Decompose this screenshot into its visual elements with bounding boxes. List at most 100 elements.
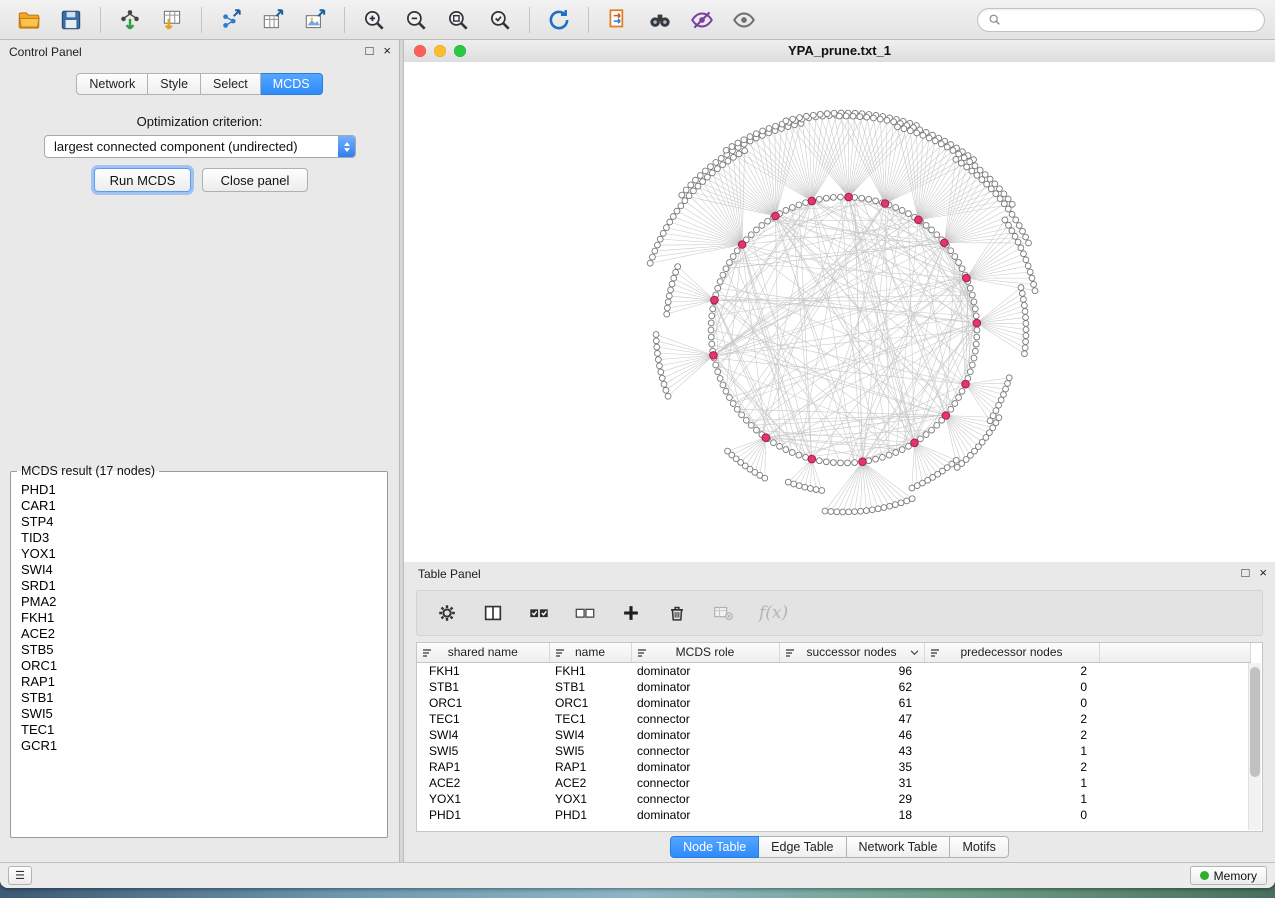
column-header-mcds-role[interactable]: MCDS role (631, 643, 779, 663)
graph-node[interactable] (741, 137, 747, 143)
graph-node[interactable] (1005, 381, 1011, 387)
graph-node[interactable] (877, 116, 883, 122)
graph-node[interactable] (777, 443, 783, 449)
graph-node[interactable] (823, 195, 829, 201)
graph-node[interactable] (679, 192, 685, 198)
graph-node[interactable] (708, 327, 714, 333)
graph-node[interactable] (783, 447, 789, 453)
graph-node[interactable] (710, 306, 716, 312)
graph-node[interactable] (828, 509, 834, 515)
graph-node[interactable] (729, 144, 735, 150)
graph-node[interactable] (1019, 291, 1025, 297)
graph-node[interactable] (813, 487, 819, 493)
mcds-result-item[interactable]: SRD1 (21, 578, 387, 594)
graph-node[interactable] (929, 227, 935, 233)
graph-node[interactable] (993, 191, 999, 197)
graph-node[interactable] (998, 397, 1004, 403)
graph-node[interactable] (1023, 321, 1029, 327)
graph-node[interactable] (754, 427, 760, 433)
table-row[interactable]: RAP1RAP1dominator352 (417, 759, 1250, 775)
graph-node[interactable] (659, 375, 665, 381)
graph-node[interactable] (934, 422, 940, 428)
graph-node[interactable] (953, 156, 959, 162)
graph-node[interactable] (771, 440, 777, 446)
column-header-predecessor-nodes[interactable]: predecessor nodes (924, 643, 1099, 663)
column-header-name[interactable]: name (549, 643, 631, 663)
graph-node[interactable] (789, 205, 795, 211)
graph-node[interactable] (709, 170, 715, 176)
graph-node[interactable] (1023, 257, 1029, 263)
graph-node[interactable] (683, 187, 689, 193)
mcds-result-item[interactable]: STP4 (21, 514, 387, 530)
graph-node[interactable] (649, 254, 655, 260)
mcds-result-item[interactable]: SWI4 (21, 562, 387, 578)
graph-node[interactable] (1006, 222, 1012, 228)
graph-node[interactable] (838, 194, 844, 200)
graph-node[interactable] (723, 388, 729, 394)
graph-node[interactable] (973, 313, 979, 319)
graph-node[interactable] (1023, 333, 1029, 339)
mcds-result-item[interactable]: TID3 (21, 530, 387, 546)
graph-node[interactable] (734, 406, 740, 412)
graph-node[interactable] (967, 369, 973, 375)
graph-node[interactable] (891, 119, 897, 125)
graph-node[interactable] (720, 162, 726, 168)
graph-node[interactable] (796, 202, 802, 208)
show-all-button[interactable] (725, 4, 763, 36)
graph-node[interactable] (725, 158, 731, 164)
graph-node[interactable] (735, 140, 741, 146)
mcds-result-list[interactable]: PHD1CAR1STP4TID3YOX1SWI4SRD1PMA2FKH1ACE2… (11, 478, 387, 837)
graph-node[interactable] (804, 113, 810, 119)
graph-node[interactable] (766, 126, 772, 132)
graph-node[interactable] (887, 503, 893, 509)
graph-node[interactable] (974, 334, 980, 340)
graph-node[interactable] (934, 232, 940, 238)
graph-node[interactable] (791, 481, 797, 487)
graph-node[interactable] (734, 248, 740, 254)
graph-node[interactable] (857, 114, 863, 120)
graph-node[interactable] (665, 393, 671, 399)
graph-node[interactable] (1023, 234, 1029, 240)
graph-node[interactable] (1001, 201, 1007, 207)
graph-node[interactable] (969, 362, 975, 368)
graph-node[interactable] (1025, 263, 1031, 269)
graph-node[interactable] (688, 182, 694, 188)
graph-node[interactable] (904, 498, 910, 504)
table-scrollbar[interactable] (1248, 663, 1261, 830)
graph-node[interactable] (1032, 288, 1038, 294)
graph-node[interactable] (988, 186, 994, 192)
graph-node[interactable] (974, 327, 980, 333)
graph-node[interactable] (974, 172, 980, 178)
graph-node[interactable] (653, 338, 659, 344)
table-row[interactable]: SWI5SWI5connector431 (417, 743, 1250, 759)
graph-node[interactable] (959, 388, 965, 394)
graph-node[interactable] (739, 412, 745, 418)
graph-node[interactable] (678, 203, 684, 209)
graph-node[interactable] (717, 279, 723, 285)
graph-node[interactable] (1021, 296, 1027, 302)
graph-node[interactable] (653, 332, 659, 338)
graph-node[interactable] (892, 502, 898, 508)
graph-node[interactable] (713, 362, 719, 368)
graph-node[interactable] (671, 275, 677, 281)
graph-node[interactable] (655, 357, 661, 363)
graph-node[interactable] (852, 509, 858, 515)
graph-node[interactable] (720, 382, 726, 388)
zoom-selected-button[interactable] (481, 4, 519, 36)
graph-node[interactable] (670, 214, 676, 220)
graph-node[interactable] (783, 118, 789, 124)
graph-node[interactable] (709, 341, 715, 347)
graph-node[interactable] (845, 460, 851, 466)
mcds-result-item[interactable]: YOX1 (21, 546, 387, 562)
graph-node[interactable] (923, 432, 929, 438)
graph-node[interactable] (709, 313, 715, 319)
graph-node[interactable] (730, 401, 736, 407)
graph-node[interactable] (658, 369, 664, 375)
graph-node[interactable] (909, 496, 915, 502)
graph-node[interactable] (823, 459, 829, 465)
graph-node[interactable] (664, 311, 670, 317)
graph-node[interactable] (702, 168, 708, 174)
optimization-criterion-select[interactable]: largest connected component (undirected) (44, 135, 356, 158)
graph-node[interactable] (754, 227, 760, 233)
graph-node[interactable] (665, 299, 671, 305)
